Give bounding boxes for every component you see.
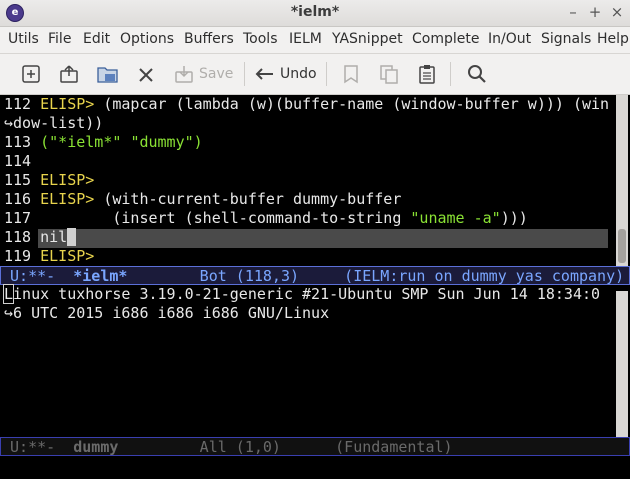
menu-bar: Utils File Edit Options Buffers Tools IE… xyxy=(0,27,630,54)
ielm-line: 118 nil xyxy=(4,228,77,247)
copy-button[interactable] xyxy=(378,62,400,86)
close-window-button[interactable]: × xyxy=(608,3,626,21)
dummy-text: inux tuxhorse 3.19.0-21-generic #21-Ubun… xyxy=(13,285,601,303)
ielm-line: 112 ELISP> (mapcar (lambda (w)(buffer-na… xyxy=(4,95,610,113)
dummy-line: ↪6 UTC 2015 i686 i686 i686 GNU/Linux xyxy=(4,304,330,322)
menu-options[interactable]: Options xyxy=(120,31,174,47)
toolbar-separator xyxy=(450,62,451,86)
ielm-line: 113 ("*ielm*" "dummy") xyxy=(4,133,203,151)
new-file-button[interactable] xyxy=(20,62,42,86)
menu-ielm[interactable]: IELM xyxy=(289,31,322,47)
open-file-icon xyxy=(60,65,78,83)
ielm-mode-line[interactable]: U:**- *ielm* Bot (118,3) (IELM:run on du… xyxy=(0,266,630,285)
menu-help[interactable]: Help xyxy=(597,31,629,47)
open-directory-icon xyxy=(97,67,118,83)
new-file-icon xyxy=(22,65,40,83)
undo-icon xyxy=(255,68,273,80)
text-cursor xyxy=(67,228,77,246)
ielm-line: 117 (insert (shell-command-to-string "un… xyxy=(4,209,528,227)
open-file-button[interactable] xyxy=(58,62,80,86)
cut-button[interactable] xyxy=(340,62,362,86)
ielm-scrollbar[interactable] xyxy=(616,95,628,267)
search-icon xyxy=(468,65,486,83)
undo-button[interactable]: Undo xyxy=(254,62,317,86)
menu-tools[interactable]: Tools xyxy=(243,31,278,47)
menu-utils[interactable]: Utils xyxy=(8,31,39,47)
ielm-line: ↪dow-list)) xyxy=(4,114,104,132)
toolbar-separator xyxy=(326,62,327,86)
inactive-cursor: L xyxy=(2,284,15,304)
dummy-mode-line[interactable]: U:**- dummy All (1,0) (Fundamental) xyxy=(0,437,630,456)
scrollbar-thumb[interactable] xyxy=(618,229,626,263)
paste-icon xyxy=(419,65,435,84)
copy-icon xyxy=(380,65,398,84)
tool-bar: Save Undo xyxy=(0,54,630,95)
kill-buffer-button[interactable] xyxy=(136,62,156,86)
mode-line-buffer-name: *ielm* xyxy=(73,267,128,285)
emacs-frame: 112 ELISP> (mapcar (lambda (w)(buffer-na… xyxy=(0,95,630,479)
menu-file[interactable]: File xyxy=(48,31,71,47)
menu-signals[interactable]: Signals xyxy=(541,31,591,47)
ielm-line: 115 ELISP> xyxy=(4,171,95,189)
minimize-button[interactable]: – xyxy=(564,3,582,21)
menu-buffers[interactable]: Buffers xyxy=(184,31,234,47)
ielm-line: 116 ELISP> (with-current-buffer dummy-bu… xyxy=(4,190,402,208)
search-button[interactable] xyxy=(466,62,488,86)
continuation-icon: ↪ xyxy=(4,304,14,322)
save-icon xyxy=(175,66,193,83)
menu-in-out[interactable]: In/Out xyxy=(488,31,531,47)
save-button[interactable]: Save xyxy=(173,62,233,86)
title-bar: e *ielm* – + × xyxy=(0,0,630,27)
open-directory-button[interactable] xyxy=(96,62,120,86)
menu-complete[interactable]: Complete xyxy=(412,31,479,47)
window-title: *ielm* xyxy=(290,4,340,20)
paste-button[interactable] xyxy=(416,62,438,86)
dummy-line: Linux tuxhorse 3.19.0-21-generic #21-Ubu… xyxy=(2,284,601,304)
undo-label: Undo xyxy=(280,66,317,82)
close-icon xyxy=(139,68,153,82)
toolbar-separator xyxy=(244,62,245,86)
ielm-line: 114 xyxy=(4,152,32,170)
cut-icon xyxy=(344,65,358,84)
current-line-highlight xyxy=(38,229,608,248)
maximize-button[interactable]: + xyxy=(586,3,604,21)
menu-edit[interactable]: Edit xyxy=(83,31,110,47)
menu-yasnippet[interactable]: YASnippet xyxy=(332,31,403,47)
save-label: Save xyxy=(199,66,234,82)
ielm-line: 119 ELISP> xyxy=(4,247,95,265)
dummy-scrollbar[interactable] xyxy=(616,291,628,437)
mode-line-buffer-name: dummy xyxy=(73,438,119,456)
continuation-icon: ↪ xyxy=(4,114,14,132)
